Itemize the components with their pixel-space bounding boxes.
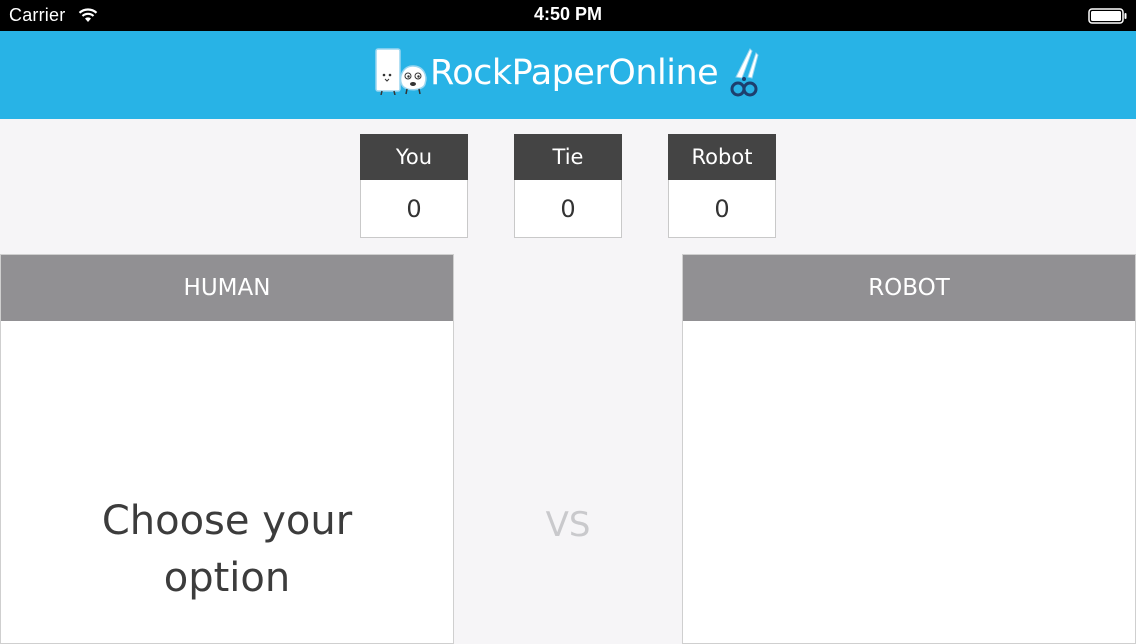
score-value: 0 [360,180,468,238]
human-panel[interactable]: HUMAN Choose your option [0,254,454,644]
choose-option-prompt[interactable]: Choose your option [1,493,453,607]
app-logo: RockPaperOnline [372,45,762,103]
vs-label: VS [545,505,591,545]
brand-name: RockPaperOnline [430,53,719,93]
score-you: You 0 [360,134,468,238]
robot-panel-title: ROBOT [683,255,1135,321]
score-value: 0 [514,180,622,238]
clock: 4:50 PM [533,4,603,24]
logo-scissors-icon [730,48,759,97]
score-label: You [360,134,468,180]
robot-panel: ROBOT [682,254,1136,644]
choose-option-text: Choose your option [101,498,353,601]
score-label: Robot [668,134,776,180]
status-bar: Carrier 4:50 PM [0,0,1136,31]
score-tie: Tie 0 [514,134,622,238]
logo-rock-icon [399,65,427,95]
score-label: Tie [514,134,622,180]
score-value: 0 [668,180,776,238]
score-robot: Robot 0 [668,134,776,238]
battery-icon [1088,8,1127,24]
human-panel-title: HUMAN [1,255,453,321]
